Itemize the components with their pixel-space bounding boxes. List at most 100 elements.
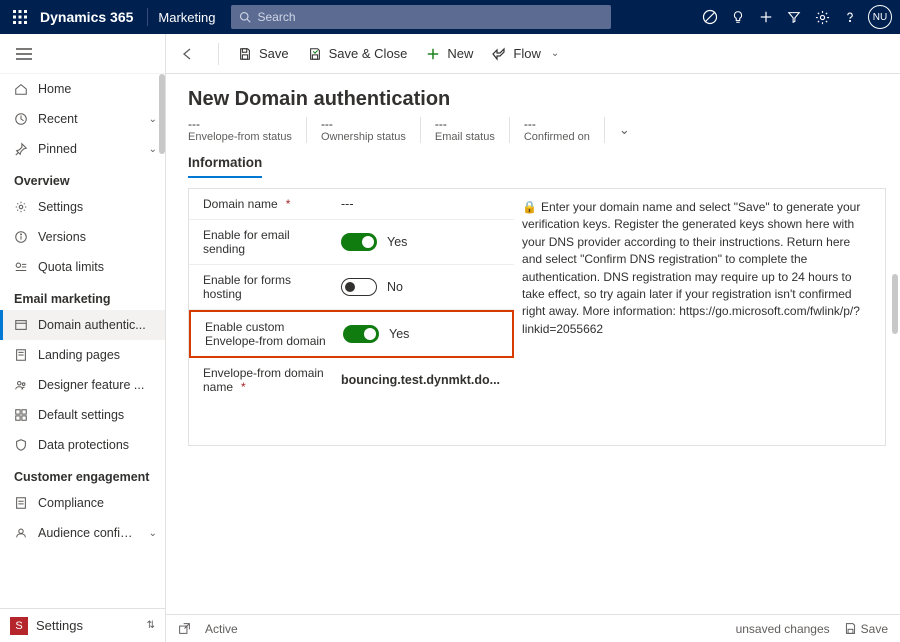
sidebar-item-label: Versions <box>38 230 157 244</box>
avatar[interactable]: NU <box>868 5 892 29</box>
command-bar: Save Save & Close New Flow ⌄ <box>166 34 900 74</box>
sidebar-section-engagement: Customer engagement <box>0 460 165 488</box>
module-name: Marketing <box>158 10 215 25</box>
chevron-down-icon: ⌄ <box>149 114 157 125</box>
sidebar-item-quota[interactable]: Quota limits <box>0 252 165 282</box>
lightbulb-icon[interactable] <box>724 3 752 31</box>
sidebar-item-default[interactable]: Default settings <box>0 400 165 430</box>
sidebar-item-data-protections[interactable]: Data protections <box>0 430 165 460</box>
shield-icon <box>14 438 28 452</box>
updown-icon[interactable]: ⇅ <box>147 620 155 631</box>
toggle-enable-email[interactable] <box>341 233 377 251</box>
sidebar-item-label: Landing pages <box>38 348 157 362</box>
sidebar-item-label: Domain authentic... <box>38 318 157 332</box>
new-label: New <box>447 46 473 61</box>
area-badge: S <box>10 617 28 635</box>
save-button[interactable]: Save <box>237 46 289 62</box>
footer-save-button[interactable]: Save <box>844 622 888 636</box>
expand-status-button[interactable]: ⌄ <box>619 122 630 138</box>
toggle-label: No <box>387 280 403 294</box>
page-title: New Domain authentication <box>188 88 900 111</box>
chevron-down-icon: ⌄ <box>149 528 157 539</box>
filter-icon[interactable] <box>780 3 808 31</box>
unsaved-label: unsaved changes <box>736 622 830 636</box>
field-enable-custom-envelope[interactable]: Enable custom Envelope-from domain Yes <box>189 310 514 358</box>
toggle-enable-custom-envelope[interactable] <box>343 325 379 343</box>
plus-icon <box>425 46 441 62</box>
form-panel: Domain name* --- Enable for email sendin… <box>188 188 886 446</box>
toggle-enable-forms[interactable] <box>341 278 377 296</box>
chevron-down-icon: ⌄ <box>149 144 157 155</box>
flow-icon <box>491 46 507 62</box>
sidebar-item-compliance[interactable]: Compliance <box>0 488 165 518</box>
status-email: --- Email status <box>421 117 510 143</box>
scrollbar[interactable] <box>892 274 898 334</box>
status-bar: Active unsaved changes Save <box>166 614 900 642</box>
gear-icon <box>14 200 28 214</box>
scrollbar[interactable] <box>159 74 165 154</box>
global-header: Dynamics 365 Marketing NU <box>0 0 900 34</box>
toggle-label: Yes <box>389 327 409 341</box>
tab-information[interactable]: Information <box>188 155 262 178</box>
sidebar-item-label: Default settings <box>38 408 157 422</box>
chevron-down-icon: ⌄ <box>551 48 559 59</box>
sidebar-section-overview: Overview <box>0 164 165 192</box>
app-name: Dynamics 365 <box>40 9 133 25</box>
lock-icon: 🔒 <box>522 200 537 214</box>
new-button[interactable]: New <box>425 46 473 62</box>
sidebar-item-designer[interactable]: Designer feature ... <box>0 370 165 400</box>
sidebar-section-email: Email marketing <box>0 282 165 310</box>
status-confirmed: --- Confirmed on <box>510 117 605 143</box>
sidebar-item-label: Compliance <box>38 496 157 510</box>
field-enable-email[interactable]: Enable for email sending Yes <box>189 220 514 265</box>
sidebar-area-switcher[interactable]: S Settings ⇅ <box>0 608 165 642</box>
flow-button[interactable]: Flow ⌄ <box>491 46 559 62</box>
search-input[interactable] <box>257 10 603 24</box>
save-close-icon <box>307 46 323 62</box>
sidebar-item-domain-auth[interactable]: Domain authentic... <box>0 310 165 340</box>
help-icon[interactable] <box>836 3 864 31</box>
grid-icon <box>14 408 28 422</box>
page-icon <box>14 348 28 362</box>
area-label: Settings <box>36 618 83 633</box>
sidebar-item-label: Designer feature ... <box>38 378 157 392</box>
hamburger-icon[interactable] <box>0 34 165 74</box>
sidebar-item-audience[interactable]: Audience configur... ⌄ <box>0 518 165 548</box>
document-icon <box>14 496 28 510</box>
app-launcher-icon[interactable] <box>8 5 32 29</box>
assistant-icon[interactable] <box>696 3 724 31</box>
info-icon <box>14 230 28 244</box>
field-enable-forms[interactable]: Enable for forms hosting No <box>189 265 514 310</box>
sidebar-item-label: Pinned <box>38 142 139 156</box>
domain-icon <box>14 318 28 332</box>
sidebar-item-home[interactable]: Home <box>0 74 165 104</box>
sidebar-item-recent[interactable]: Recent ⌄ <box>0 104 165 134</box>
save-icon <box>237 46 253 62</box>
sidebar: Home Recent ⌄ Pinned ⌄ Overview Settings… <box>0 34 166 642</box>
gear-icon[interactable] <box>808 3 836 31</box>
home-icon <box>14 82 28 96</box>
sidebar-item-label: Home <box>38 82 157 96</box>
main-panel: Save Save & Close New Flow ⌄ New Domain … <box>166 34 900 642</box>
field-domain-name[interactable]: Domain name* --- <box>189 189 514 220</box>
field-envelope-domain[interactable]: Envelope-from domain name* bouncing.test… <box>189 358 514 402</box>
header-divider <box>147 8 148 26</box>
clock-icon <box>14 112 28 126</box>
search-icon <box>239 11 251 23</box>
sidebar-item-landing[interactable]: Landing pages <box>0 340 165 370</box>
sidebar-item-label: Data protections <box>38 438 157 452</box>
status-active: Active <box>205 622 238 636</box>
content-area: New Domain authentication --- Envelope-f… <box>166 74 900 614</box>
popout-icon[interactable] <box>178 622 191 635</box>
sidebar-item-pinned[interactable]: Pinned ⌄ <box>0 134 165 164</box>
form-left-column: Domain name* --- Enable for email sendin… <box>189 189 514 445</box>
save-close-button[interactable]: Save & Close <box>307 46 408 62</box>
pin-icon <box>14 142 28 156</box>
back-button[interactable] <box>176 47 200 61</box>
global-search[interactable] <box>231 5 611 29</box>
add-icon[interactable] <box>752 3 780 31</box>
sidebar-item-label: Quota limits <box>38 260 157 274</box>
sidebar-item-versions[interactable]: Versions <box>0 222 165 252</box>
help-text: Enter your domain name and select "Save"… <box>522 200 860 318</box>
sidebar-item-settings[interactable]: Settings <box>0 192 165 222</box>
